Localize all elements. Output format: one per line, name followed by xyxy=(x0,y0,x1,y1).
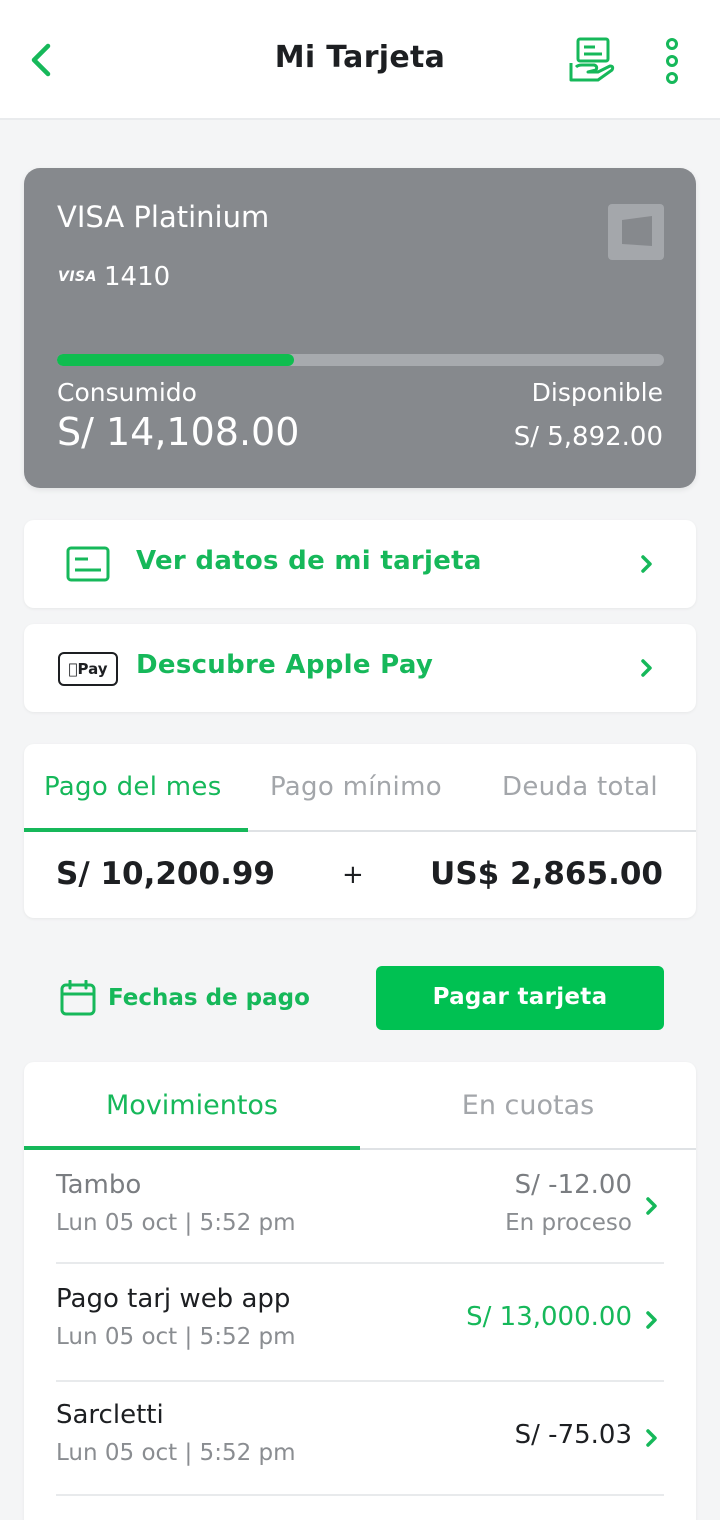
apple-pay-icon: Pay xyxy=(58,652,118,686)
credit-usage-fill xyxy=(57,354,294,366)
tab-minimum-payment[interactable]: Pago mínimo xyxy=(270,772,442,802)
payment-tabs: Pago del mes Pago mínimo Deuda total xyxy=(24,744,696,832)
movements-tabs: Movimientos En cuotas xyxy=(24,1062,696,1150)
card-chip-icon xyxy=(608,204,664,260)
apple-pay-badge-text: Pay xyxy=(72,660,107,678)
payment-amount-usd: US$ 2,865.00 xyxy=(430,856,663,892)
list-item[interactable]: Pago tarj web app Lun 05 oct | 5:52 pm S… xyxy=(56,1264,664,1382)
top-app-bar: Mi Tarjeta xyxy=(0,0,720,120)
card-in-hand-icon[interactable] xyxy=(568,36,616,84)
movement-name: Sarcletti xyxy=(56,1400,164,1430)
payment-plus-sign: + xyxy=(342,860,364,890)
list-item[interactable]: Sarcletti Lun 05 oct | 5:52 pm S/ -75.03 xyxy=(56,1382,664,1496)
available-label: Disponible xyxy=(531,378,663,407)
card-last-digits: 1410 xyxy=(104,262,171,292)
vertical-dots-icon[interactable] xyxy=(660,38,684,84)
movement-date: Lun 05 oct | 5:52 pm xyxy=(56,1324,296,1350)
credit-card-summary[interactable]: VISA Platinium VISA 1410 Consumido S/ 14… xyxy=(24,168,696,488)
view-card-details-label: Ver datos de mi tarjeta xyxy=(136,546,482,576)
active-tab-indicator xyxy=(24,828,248,832)
calendar-icon xyxy=(60,980,96,1016)
tab-movements[interactable]: Movimientos xyxy=(24,1090,360,1121)
consumed-label: Consumido xyxy=(57,378,197,407)
tab-monthly-payment[interactable]: Pago del mes xyxy=(44,772,222,802)
chevron-right-icon xyxy=(646,1197,657,1215)
movement-amount: S/ -75.03 xyxy=(514,1420,632,1450)
chevron-right-icon xyxy=(641,555,652,573)
movement-amount: S/ -12.00 xyxy=(514,1170,632,1200)
movement-date: Lun 05 oct | 5:52 pm xyxy=(56,1440,296,1466)
movement-status: En proceso xyxy=(505,1210,632,1236)
tab-total-debt[interactable]: Deuda total xyxy=(502,772,658,802)
payment-summary-card: Pago del mes Pago mínimo Deuda total S/ … xyxy=(24,744,696,918)
pay-card-button[interactable]: Pagar tarjeta xyxy=(376,966,664,1030)
visa-logo: VISA xyxy=(58,269,97,285)
card-name: VISA Platinium xyxy=(57,200,270,234)
apple-pay-label: Descubre Apple Pay xyxy=(136,650,434,680)
movement-date: Lun 05 oct | 5:52 pm xyxy=(56,1210,296,1236)
payment-amount-pen: S/ 10,200.99 xyxy=(56,856,275,892)
movement-name: Pago tarj web app xyxy=(56,1284,291,1314)
card-details-icon xyxy=(66,546,110,582)
list-item[interactable]: Tambo Lun 05 oct | 5:52 pm S/ -12.00 En … xyxy=(56,1152,664,1264)
consumed-amount: S/ 14,108.00 xyxy=(57,410,300,454)
active-tab-indicator xyxy=(24,1146,360,1150)
view-card-details-row[interactable]: Ver datos de mi tarjeta xyxy=(24,520,696,608)
movements-card: Movimientos En cuotas Tambo Lun 05 oct |… xyxy=(24,1062,696,1520)
apple-pay-row[interactable]: Pay Descubre Apple Pay xyxy=(24,624,696,712)
chevron-right-icon xyxy=(646,1429,657,1447)
movement-amount: S/ 13,000.00 xyxy=(466,1302,632,1332)
available-amount: S/ 5,892.00 xyxy=(513,422,663,452)
chevron-right-icon xyxy=(641,659,652,677)
chevron-right-icon xyxy=(646,1311,657,1329)
tab-installments[interactable]: En cuotas xyxy=(360,1090,696,1121)
credit-usage-bar xyxy=(57,354,664,366)
movement-name: Tambo xyxy=(56,1170,142,1200)
payment-dates-label: Fechas de pago xyxy=(108,985,310,1011)
